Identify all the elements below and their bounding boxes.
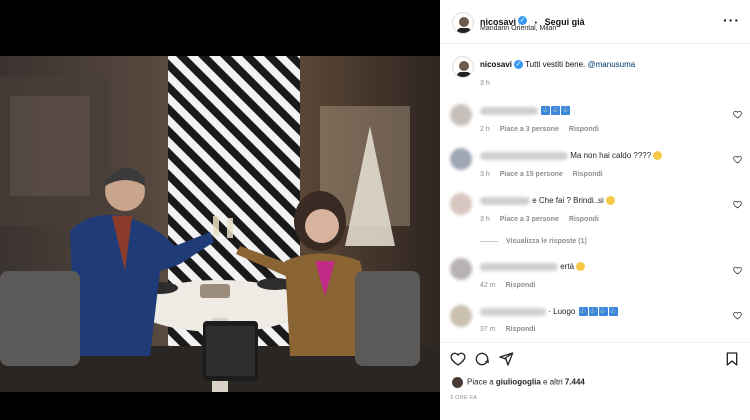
anchor-emoji: ⚓: [608, 307, 618, 317]
laughing-emoji: [605, 196, 615, 206]
reply-button[interactable]: Rispondi: [506, 282, 536, 289]
comment-username[interactable]: [480, 307, 546, 316]
caption-time: 3 h: [480, 80, 490, 87]
comment-likes[interactable]: Piace a 3 persone: [500, 216, 559, 223]
likes-count[interactable]: 7.444: [565, 378, 585, 387]
comment-time: 2 h: [480, 126, 490, 133]
bookmark-icon[interactable]: [724, 351, 740, 367]
comment-text: · Luogo: [548, 307, 576, 316]
comment-meta: 37 m Rispondi: [480, 326, 546, 333]
share-icon[interactable]: [498, 351, 514, 367]
post-time-ago: 3 ORE FA: [450, 395, 478, 401]
heart-icon[interactable]: [733, 110, 742, 119]
comment-text: Ma non hai caldo ????: [570, 151, 652, 160]
laughing-emoji: [653, 151, 663, 161]
comment-username[interactable]: [480, 196, 530, 205]
comment-meta: 3 h Piace a 3 persone Rispondi: [480, 216, 609, 223]
comment-likes[interactable]: Piace a 3 persone: [500, 126, 559, 133]
caption-avatar[interactable]: [452, 56, 474, 78]
hands-emoji: [576, 262, 586, 272]
heart-icon[interactable]: [450, 351, 466, 367]
anchor-emoji: ⚓: [541, 106, 551, 116]
liker-username[interactable]: giuliogoglia: [496, 378, 541, 387]
heart-icon[interactable]: [733, 266, 742, 275]
comment-line: ⚓ ⚓ ⚓: [480, 106, 571, 116]
heart-icon[interactable]: [733, 200, 742, 209]
likes-suffix: e altri: [543, 377, 563, 387]
reply-button[interactable]: Rispondi: [569, 126, 599, 133]
verified-badge-icon: ✓: [514, 60, 524, 70]
comment-time: 3 h: [480, 171, 490, 178]
comment-icon[interactable]: [474, 351, 490, 367]
post-panel: nicosavi ✓ • Segui già Mandarin Oriental,…: [440, 0, 750, 420]
post-photo[interactable]: [0, 56, 440, 392]
reply-button[interactable]: Rispondi: [569, 216, 599, 223]
comment-avatar[interactable]: [450, 104, 472, 126]
likes-summary: Piace a giuliogoglia e altri 7.444: [452, 377, 585, 388]
photo-illustration: [0, 56, 440, 392]
comment-time: 42 m: [480, 282, 496, 289]
reply-button[interactable]: Rispondi: [573, 171, 603, 178]
caption-text: Tutti vestiti bene.: [525, 60, 586, 69]
media-pane: [0, 0, 440, 420]
view-replies-label: Visualizza le risposte (1): [506, 238, 587, 245]
heart-icon[interactable]: [733, 311, 742, 320]
comment-avatar[interactable]: [450, 305, 472, 327]
more-options-icon[interactable]: ···: [723, 12, 740, 28]
action-bar: Piace a giuliogoglia e altri 7.444: [440, 342, 750, 420]
anchor-emoji: ⚓: [551, 106, 561, 116]
comment-line: Ma non hai caldo ????: [480, 151, 663, 161]
anchor-emoji: ⚓: [588, 307, 598, 317]
comment-time: 3 h: [480, 216, 490, 223]
comment-username[interactable]: [480, 151, 568, 160]
caption-mention[interactable]: @manusuma: [588, 60, 636, 69]
comment-username[interactable]: [480, 106, 538, 115]
author-avatar[interactable]: [452, 12, 474, 34]
view-replies-button[interactable]: Visualizza le risposte (1): [480, 238, 587, 245]
comment-likes[interactable]: Piace a 15 persone: [500, 171, 563, 178]
comment-avatar[interactable]: [450, 258, 472, 280]
comment-text: e Che fai ? Brindi..si: [532, 196, 604, 205]
replies-divider: [480, 240, 498, 242]
comment-avatar[interactable]: [450, 148, 472, 170]
anchor-emoji: ⚓: [598, 307, 608, 317]
caption: nicosavi ✓ Tutti vestiti bene. @manusuma: [480, 60, 636, 70]
anchor-emoji: ⚓: [578, 307, 588, 317]
comment-line: · Luogo ⚓ ⚓ ⚓ ⚓: [480, 307, 618, 317]
post-header: nicosavi ✓ • Segui già Mandarin Oriental,…: [440, 0, 750, 44]
comment-avatar[interactable]: [450, 193, 472, 215]
comment-time: 37 m: [480, 326, 496, 333]
likes-prefix: Piace a: [467, 377, 494, 387]
comment-text: ertà: [560, 262, 575, 271]
heart-icon[interactable]: [733, 155, 742, 164]
reply-button[interactable]: Rispondi: [506, 326, 536, 333]
comment-meta: 42 m Rispondi: [480, 282, 546, 289]
post-location[interactable]: Mandarin Oriental, Milan: [480, 25, 556, 32]
comment-line: e Che fai ? Brindi..si: [480, 196, 615, 206]
verified-badge-icon: ✓: [518, 16, 528, 26]
liker-avatar[interactable]: [452, 377, 463, 388]
comment-line: ertà: [480, 262, 586, 272]
comment-meta: 2 h Piace a 3 persone Rispondi: [480, 126, 609, 133]
anchor-emoji: ⚓: [561, 106, 571, 116]
comment-username[interactable]: [480, 262, 558, 271]
comment-meta: 3 h Piace a 15 persone Rispondi: [480, 171, 613, 178]
caption-username[interactable]: nicosavi: [480, 60, 512, 69]
